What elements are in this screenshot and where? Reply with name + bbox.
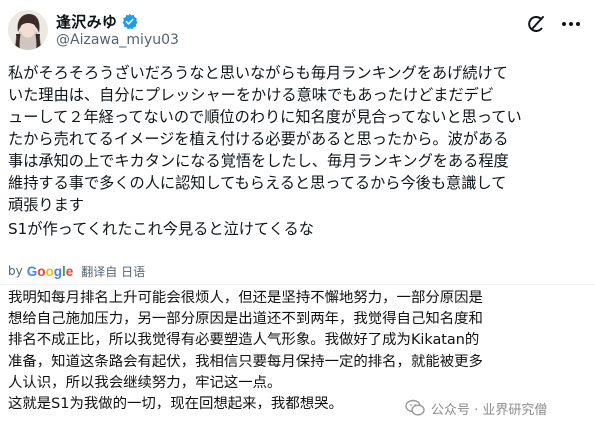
tweet-line: 事は承知の上でキカタンになる覚悟をしたし、毎月ランキングをある程度 (8, 152, 509, 170)
display-name[interactable]: 逢沢みゆ (56, 11, 117, 32)
user-handle[interactable]: @Aizawa_miyu03 (56, 32, 179, 48)
watermark-text: 公众号 · 业界研究僧 (431, 402, 548, 418)
tweet-line: 頑張ります (8, 196, 84, 214)
tweet-line: 維持する事で多くの人に認知してもらえると思ってるから今後も意識して (8, 174, 507, 192)
translated-from-label[interactable]: 翻译自 日语 (81, 263, 145, 280)
google-logo: G o o g l e (27, 264, 74, 279)
tweet-line: たから売れてるイメージを植え付ける必要があると思ったから。波がある (8, 130, 509, 148)
wechat-watermark-icon (405, 399, 425, 416)
tweet-line: ューして２年経ってないので順位のわりに知名度が見合ってないと思ってい (8, 108, 522, 126)
avatar[interactable] (8, 10, 48, 50)
google-logo-letter: G (26, 263, 38, 279)
translate-attribution[interactable]: by G o o g l e 翻译自 日语 (8, 260, 145, 282)
divider (0, 284, 595, 285)
verified-badge-icon (122, 13, 138, 30)
google-logo-letter: o (45, 263, 54, 279)
translate-by-label: by (8, 264, 23, 278)
tweet-line: いた理由は、自分にプレッシャーをかける意味でもあったけどまだデビ (8, 86, 494, 104)
tweet-header: 逢沢みゆ @Aizawa_miyu03 (0, 0, 595, 58)
translation-line: 准备，知道这条路会有起伏，我相信只要每月保持一定的排名，就能被更多 (8, 353, 483, 370)
translation-line: 想给自己施加压力，另一部分原因是出道还不到两年，我觉得自己知名度和 (8, 311, 483, 328)
name-row: 逢沢みゆ (56, 11, 138, 32)
grok-icon[interactable] (526, 14, 546, 34)
tweet-text: 私がそろそろうざいだろうなと思いながらも毎月ランキングをあげ続けて いた理由は、… (8, 62, 590, 240)
tweet-line: S1が作ってくれたこれ今見ると泣けてくるな (8, 220, 314, 238)
google-logo-letter: o (37, 263, 46, 279)
google-logo-letter: e (65, 263, 74, 279)
translation-line: 人认识，所以我会继续努力，牢记这一点。 (8, 374, 282, 391)
translation-line: 排名不成正比，所以我觉得有必要塑造人气形象。我做好了成为Kikatan的 (8, 332, 480, 349)
google-logo-letter: g (53, 263, 62, 279)
translation-line: 我明知每月排名上升可能会很烦人，但还是坚持不懈地努力，一部分原因是 (8, 290, 483, 306)
watermark: 公众号 · 业界研究僧 (405, 396, 548, 420)
more-options-icon[interactable] (560, 14, 582, 34)
tweet-line: 私がそろそろうざいだろうなと思いながらも毎月ランキングをあげ続けて (8, 64, 508, 82)
